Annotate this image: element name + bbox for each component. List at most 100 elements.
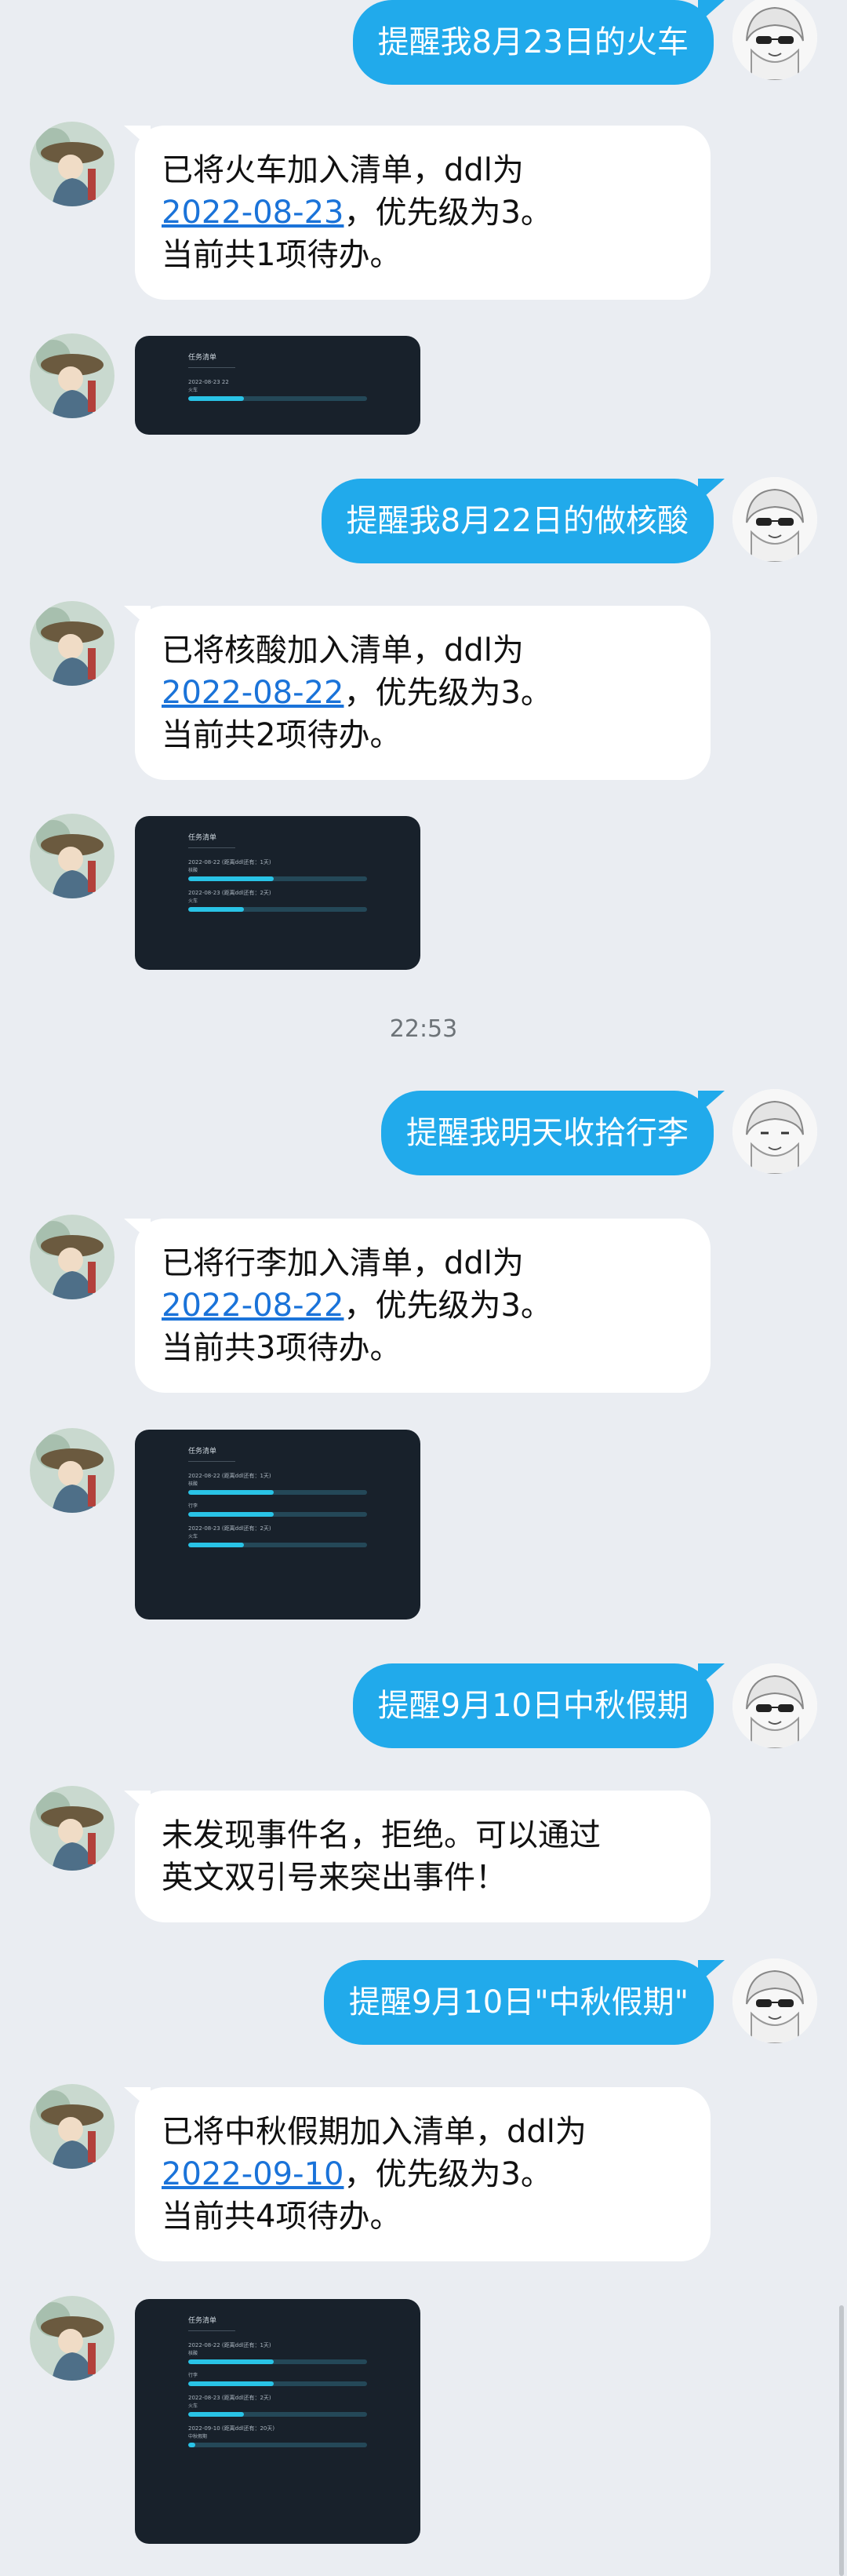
task-item: 2022-08-23 (距离ddl还有：2天) 火车 — [188, 1525, 367, 1547]
card-title: 任务清单 — [188, 354, 217, 362]
incoming-message-bubble[interactable]: 未发现事件名，拒绝。可以通过 英文双引号来突出事件！ — [124, 1791, 711, 1922]
user-avatar[interactable] — [732, 1958, 817, 2043]
message-text: 提醒我明天收拾行李 — [406, 1115, 689, 1151]
task-item: 2022-09-10 (距离ddl还有：20天) 中秋假期 — [188, 2425, 367, 2447]
scrollbar[interactable] — [839, 2305, 844, 2576]
message-text: 提醒我8月22日的做核酸 — [346, 503, 689, 539]
message-line: 当前共3项待办。 — [162, 1330, 402, 1366]
task-name: 火车 — [188, 1534, 198, 1539]
bubble-tail — [698, 1091, 725, 1114]
bot-avatar[interactable] — [30, 1428, 115, 1513]
bubble-tail — [124, 606, 151, 629]
bot-avatar-image — [30, 1428, 115, 1513]
bot-avatar[interactable] — [30, 333, 115, 418]
task-progress-track — [188, 2359, 367, 2364]
task-name: 中秋假期 — [188, 2434, 208, 2439]
incoming-message-bubble[interactable]: 已将火车加入清单，ddl为 2022-08-23，优先级为3。 当前共1项待办。 — [124, 126, 711, 300]
task-progress-track — [188, 1490, 367, 1495]
task-deadline: 2022-08-22 (距离ddl还有：1天) — [188, 1473, 271, 1479]
outgoing-message-bubble[interactable]: 提醒9月10日中秋假期 — [352, 1663, 725, 1748]
outgoing-message-bubble[interactable]: 提醒我8月23日的火车 — [352, 0, 725, 85]
timestamp-divider: 22:53 — [389, 1015, 458, 1043]
task-deadline: 2022-09-10 (距离ddl还有：20天) — [188, 2425, 275, 2432]
task-name: 核酸 — [188, 868, 198, 873]
task-item: 2022-08-22 (距离ddl还有：1天) 核酸 — [188, 1473, 367, 1495]
bot-avatar-image — [30, 1215, 115, 1299]
task-list-card[interactable]: 任务清单 2022-08-23 22 火车 — [135, 336, 420, 435]
incoming-message-bubble[interactable]: 已将行李加入清单，ddl为 2022-08-22，优先级为3。 当前共3项待办。 — [124, 1219, 711, 1393]
task-item: 2022-08-22 (距离ddl还有：1天) 核酸 — [188, 859, 367, 881]
bubble-tail — [124, 1791, 151, 1814]
bot-avatar-image — [30, 601, 115, 686]
task-item: 2022-08-23 (距离ddl还有：2天) 火车 — [188, 2395, 367, 2417]
task-progress-fill — [188, 2412, 244, 2417]
task-list-card[interactable]: 任务清单 2022-08-22 (距离ddl还有：1天) 核酸 2022-08-23 … — [135, 816, 420, 970]
message-line: 2022-08-22，优先级为3。 — [162, 675, 552, 711]
card-title: 任务清单 — [188, 834, 217, 842]
user-avatar[interactable] — [732, 477, 817, 562]
bot-avatar[interactable] — [30, 601, 115, 686]
message-line: 已将中秋假期加入清单，ddl为 — [162, 2114, 587, 2150]
task-deadline: 2022-08-22 (距离ddl还有：1天) — [188, 2342, 271, 2348]
bot-avatar[interactable] — [30, 122, 115, 206]
bot-avatar[interactable] — [30, 814, 115, 898]
task-progress-track — [188, 2443, 367, 2447]
task-list-card[interactable]: 任务清单 2022-08-22 (距离ddl还有：1天) 核酸行李 2022-08-2… — [135, 1430, 420, 1620]
message-line: 已将火车加入清单，ddl为 — [162, 152, 524, 188]
date-link[interactable]: 2022-08-23 — [162, 195, 344, 231]
user-avatar[interactable] — [732, 1663, 817, 1748]
task-deadline: 2022-08-23 (距离ddl还有：2天) — [188, 2395, 271, 2401]
task-progress-fill — [188, 907, 244, 912]
bubble-tail — [124, 126, 151, 149]
task-progress-track — [188, 907, 367, 912]
bubble-tail — [698, 0, 725, 24]
bot-avatar[interactable] — [30, 2296, 115, 2381]
task-name: 火车 — [188, 898, 198, 904]
message-line: 已将核酸加入清单，ddl为 — [162, 632, 524, 669]
incoming-message-bubble[interactable]: 已将核酸加入清单，ddl为 2022-08-22，优先级为3。 当前共2项待办。 — [124, 606, 711, 780]
date-link[interactable]: 2022-08-22 — [162, 675, 344, 711]
card-divider — [188, 2330, 235, 2331]
task-progress-fill — [188, 2381, 274, 2386]
bot-avatar[interactable] — [30, 1786, 115, 1871]
card-divider — [188, 847, 235, 848]
task-progress-fill — [188, 396, 244, 401]
outgoing-message-bubble[interactable]: 提醒我明天收拾行李 — [381, 1091, 725, 1175]
date-link[interactable]: 2022-09-10 — [162, 2156, 344, 2192]
bubble-tail — [698, 479, 725, 502]
task-name: 核酸 — [188, 1481, 198, 1487]
task-item: 行李 — [188, 2373, 367, 2386]
task-deadline: 2022-08-22 (距离ddl还有：1天) — [188, 859, 271, 865]
task-progress-fill — [188, 2443, 196, 2447]
user-avatar-image — [732, 0, 817, 80]
task-deadline: 2022-08-23 (距离ddl还有：2天) — [188, 1525, 271, 1532]
message-text: 提醒9月10日"中秋假期" — [348, 1984, 689, 2020]
task-progress-fill — [188, 876, 274, 881]
bot-avatar[interactable] — [30, 1215, 115, 1299]
date-link[interactable]: 2022-08-22 — [162, 1288, 344, 1324]
bubble-tail — [698, 1663, 725, 1687]
message-line: 2022-08-23，优先级为3。 — [162, 195, 552, 231]
outgoing-message-bubble[interactable]: 提醒9月10日"中秋假期" — [323, 1960, 725, 2045]
user-avatar[interactable] — [732, 0, 817, 80]
task-progress-fill — [188, 1490, 274, 1495]
task-list-card[interactable]: 任务清单 2022-08-22 (距离ddl还有：1天) 核酸 行李 2022-08-2… — [135, 2299, 420, 2544]
card-title: 任务清单 — [188, 1448, 217, 1456]
task-progress-track — [188, 396, 367, 401]
task-progress-track — [188, 2412, 367, 2417]
incoming-message-bubble[interactable]: 已将中秋假期加入清单，ddl为 2022-09-10，优先级为3。 当前共4项待… — [124, 2087, 711, 2261]
user-avatar-image — [732, 1958, 817, 2043]
task-item: 2022-08-22 (距离ddl还有：1天) 核酸 — [188, 2342, 367, 2364]
bot-avatar[interactable] — [30, 2084, 115, 2169]
task-item: 行李 — [188, 1503, 367, 1517]
task-progress-track — [188, 1543, 367, 1547]
message-line: 未发现事件名，拒绝。可以通过 — [162, 1817, 601, 1853]
outgoing-message-bubble[interactable]: 提醒我8月22日的做核酸 — [321, 479, 725, 563]
task-progress-track — [188, 1512, 367, 1517]
message-line: 英文双引号来突出事件！ — [162, 1860, 507, 1896]
bot-avatar-image — [30, 2296, 115, 2381]
bot-avatar-image — [30, 2084, 115, 2169]
task-deadline: 2022-08-23 (距离ddl还有：2天) — [188, 890, 271, 896]
card-divider — [188, 1461, 235, 1462]
user-avatar[interactable] — [732, 1089, 817, 1174]
